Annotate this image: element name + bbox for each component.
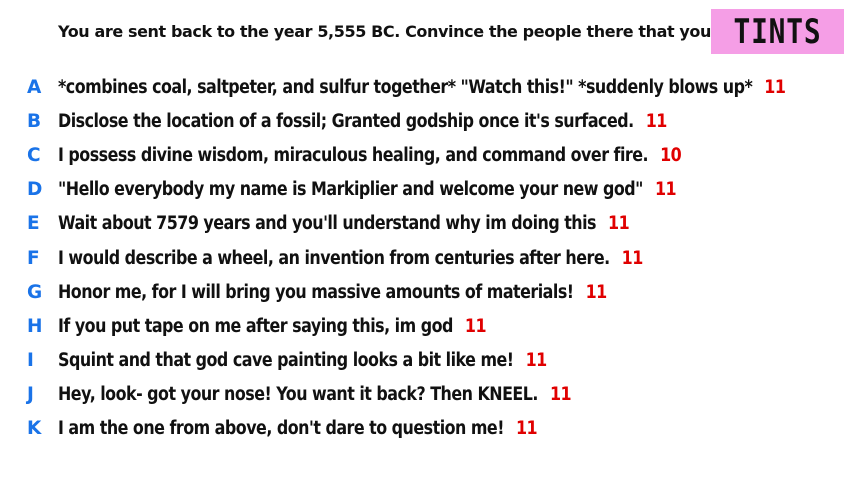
answer-score: 11 <box>464 315 487 337</box>
logo-text: TINTS <box>733 11 822 52</box>
answer-list: A *combines coal, saltpeter, and sulfur … <box>0 70 853 446</box>
answer-letter: H <box>27 315 42 337</box>
answer-row: J Hey, look- got your nose! You want it … <box>0 378 853 412</box>
answer-text: I possess divine wisdom, miraculous heal… <box>58 144 682 166</box>
answer-row: I Squint and that god cave painting look… <box>0 344 853 378</box>
answer-row: B Disclose the location of a fossil; Gra… <box>0 104 853 138</box>
answer-row: C I possess divine wisdom, miraculous he… <box>0 138 853 172</box>
answer-text: Squint and that god cave painting looks … <box>58 350 547 371</box>
answer-letter: G <box>27 281 42 303</box>
answer-letter: J <box>27 384 34 406</box>
answer-text: Disclose the location of a fossil; Grant… <box>58 111 667 132</box>
answer-text: If you put tape on me after saying this,… <box>58 315 487 337</box>
answer-score: 11 <box>608 213 630 235</box>
answer-text: I am the one from above, don't dare to q… <box>58 418 538 440</box>
answer-text: Honor me, for I will bring you massive a… <box>58 282 607 303</box>
answer-score: 10 <box>660 144 682 166</box>
answer-score: 11 <box>654 179 677 201</box>
answer-letter: A <box>27 76 41 98</box>
answer-row: A *combines coal, saltpeter, and sulfur … <box>0 70 853 104</box>
answer-text-content: *combines coal, saltpeter, and sulfur to… <box>58 76 753 98</box>
answer-score: 11 <box>516 418 538 440</box>
answer-text-content: Honor me, for I will bring you massive a… <box>58 281 574 303</box>
answer-text: I would describe a wheel, an invention f… <box>58 248 643 269</box>
answer-score: 11 <box>621 247 644 269</box>
answer-text: Wait about 7579 years and you'll underst… <box>58 213 630 235</box>
answer-letter: B <box>27 110 41 132</box>
answer-score: 11 <box>549 384 572 406</box>
answer-row: G Honor me, for I will bring you massive… <box>0 275 853 309</box>
answer-letter: D <box>27 179 42 201</box>
answer-text-content: Squint and that god cave painting looks … <box>58 350 514 372</box>
answer-text-content: If you put tape on me after saying this,… <box>58 315 453 337</box>
answer-text-content: I am the one from above, don't dare to q… <box>58 418 504 440</box>
logo-badge: TINTS <box>711 9 844 54</box>
answer-text-content: "Hello everybody my name is Markiplier a… <box>58 179 643 201</box>
answer-letter: C <box>27 144 41 166</box>
answer-row: D "Hello everybody my name is Markiplier… <box>0 173 853 207</box>
prompt-text: You are sent back to the year 5,555 BC. … <box>58 22 793 41</box>
answer-row: H If you put tape on me after saying thi… <box>0 309 853 343</box>
answer-score: 11 <box>585 281 608 303</box>
answer-text-content: I would describe a wheel, an invention f… <box>58 247 610 269</box>
answer-score: 11 <box>764 76 786 98</box>
answer-text-content: Hey, look- got your nose! You want it ba… <box>58 384 538 406</box>
answer-letter: F <box>27 247 40 269</box>
answer-text-content: I possess divine wisdom, miraculous heal… <box>58 144 649 166</box>
answer-letter: K <box>27 418 41 440</box>
answer-score: 11 <box>525 350 548 372</box>
answer-row: E Wait about 7579 years and you'll under… <box>0 207 853 241</box>
answer-text: "Hello everybody my name is Markiplier a… <box>58 179 677 201</box>
answer-text: Hey, look- got your nose! You want it ba… <box>58 384 572 406</box>
answer-row: K I am the one from above, don't dare to… <box>0 412 853 446</box>
answer-letter: E <box>27 213 40 235</box>
answer-score: 11 <box>645 110 668 132</box>
answer-text-content: Disclose the location of a fossil; Grant… <box>58 110 634 132</box>
answer-letter: I <box>27 350 34 372</box>
answer-text: *combines coal, saltpeter, and sulfur to… <box>58 76 786 98</box>
answer-row: F I would describe a wheel, an invention… <box>0 241 853 275</box>
answer-text-content: Wait about 7579 years and you'll underst… <box>58 213 597 235</box>
